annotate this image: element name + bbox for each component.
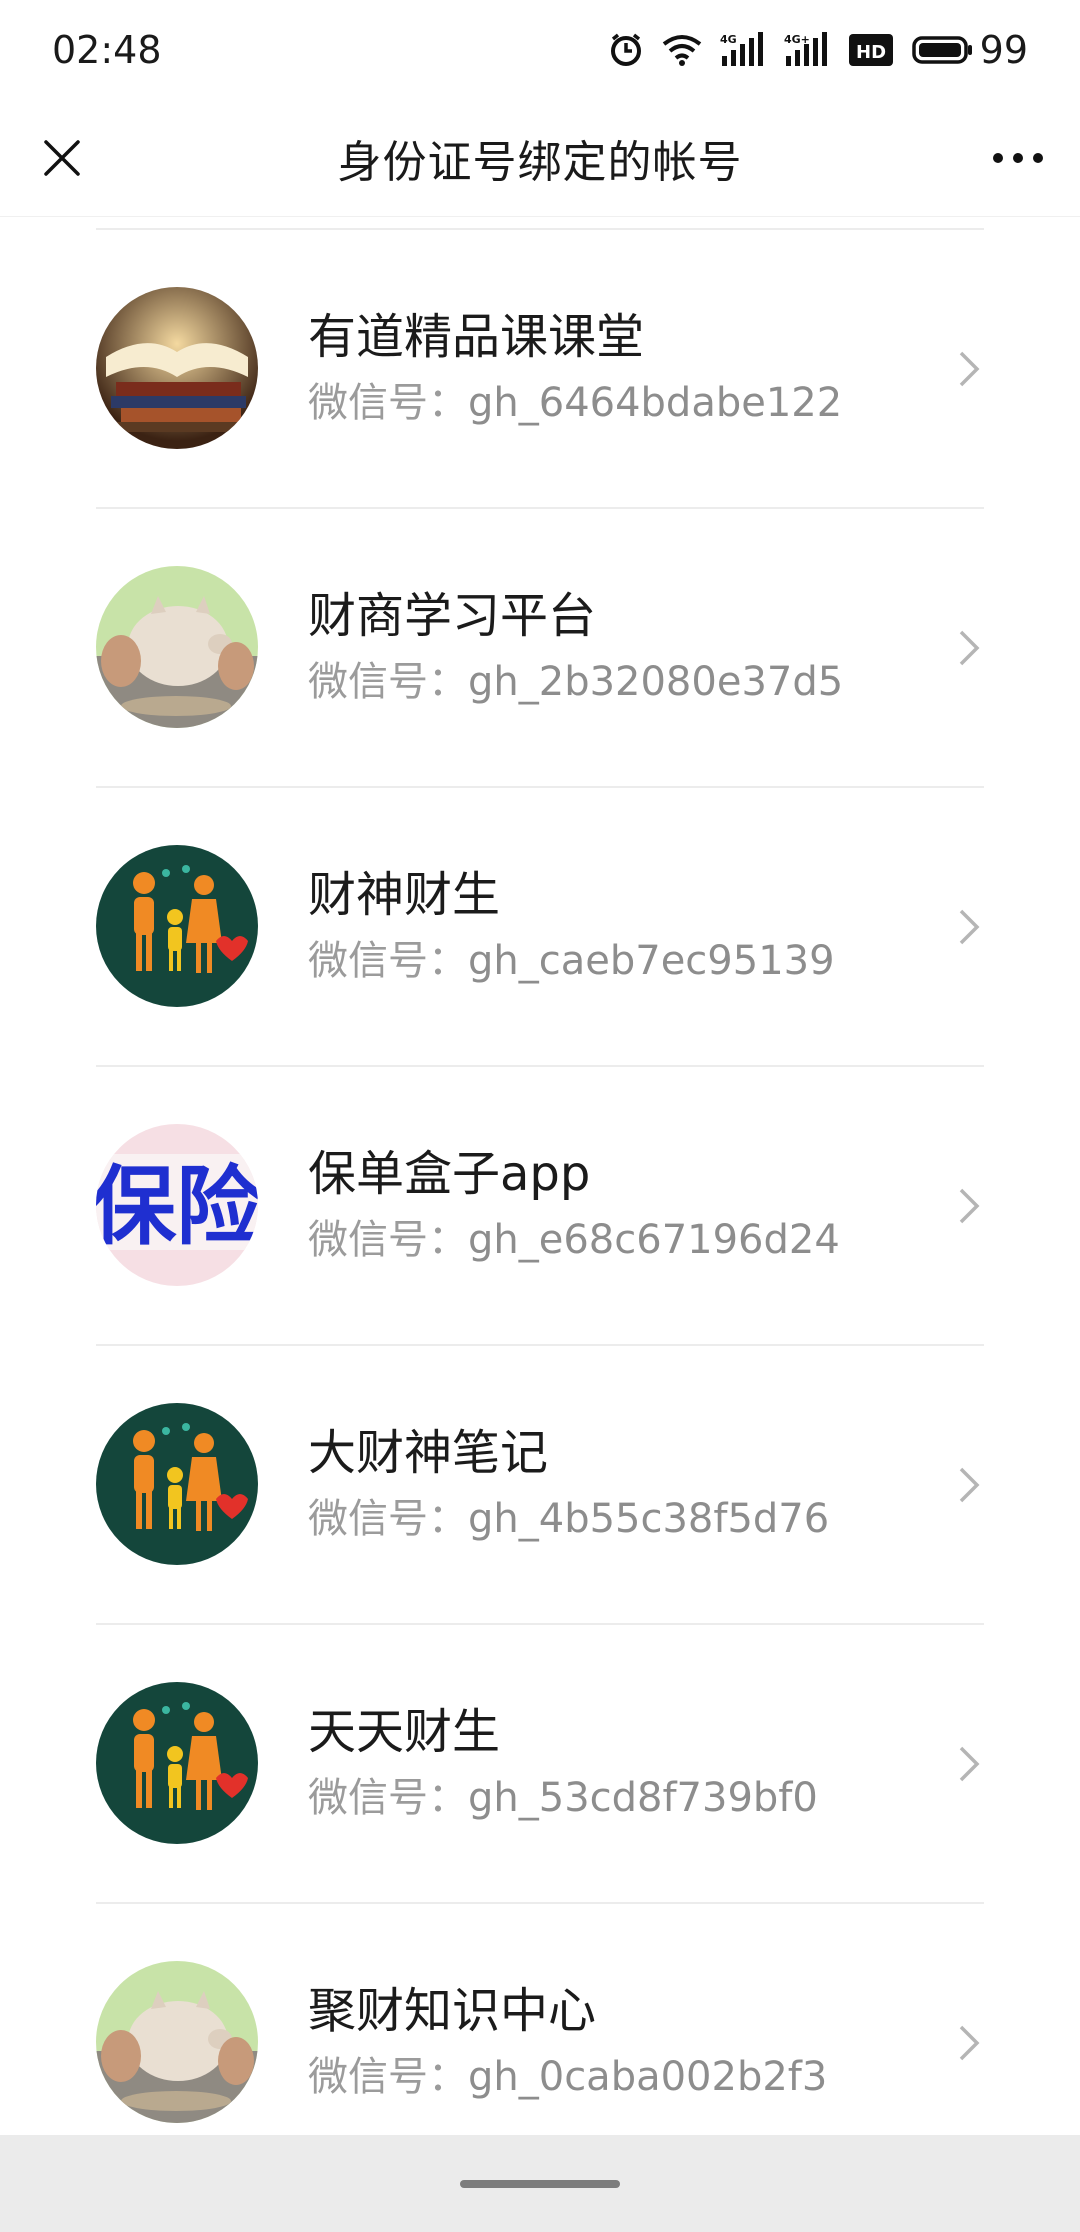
avatar-piggy (96, 565, 258, 728)
chevron-right-icon (954, 1744, 984, 1784)
account-wechat-id: 微信号：gh_0caba002b2f3 (308, 2053, 828, 2100)
account-text: 天天财生 微信号：gh_53cd8f739bf0 (308, 1701, 818, 1827)
avatar-baoxian: 保险 (96, 1123, 258, 1286)
close-button[interactable] (30, 126, 94, 190)
account-item[interactable]: 天天财生 微信号：gh_53cd8f739bf0 (96, 1625, 984, 1904)
close-icon (44, 140, 80, 176)
account-name: 保单盒子app (308, 1145, 591, 1202)
network-label-1: 4G (720, 33, 737, 46)
battery-icon (911, 36, 972, 64)
account-wechat-id: 微信号：gh_e68c67196d24 (308, 1216, 840, 1263)
account-text: 有道精品课课堂 微信号：gh_6464bdabe122 (308, 306, 842, 432)
account-item[interactable]: 财商学习平台 微信号：gh_2b32080e37d5 (96, 509, 984, 788)
account-name: 天天财生 (308, 1703, 501, 1760)
account-item[interactable]: 有道精品课课堂 微信号：gh_6464bdabe122 (96, 230, 984, 509)
chevron-right-icon (954, 907, 984, 947)
account-wechat-id: 微信号：gh_53cd8f739bf0 (308, 1774, 818, 1821)
status-icons: 4G 4G+ HD 99 (608, 28, 1028, 72)
account-text: 保单盒子app 微信号：gh_e68c67196d24 (308, 1143, 840, 1269)
home-indicator[interactable] (460, 2179, 620, 2188)
chevron-right-icon (954, 628, 984, 668)
chevron-right-icon (954, 1465, 984, 1505)
alarm-icon (608, 32, 644, 68)
chevron-right-icon (954, 349, 984, 389)
bottom-navigation-bar (0, 2135, 1080, 2232)
account-name: 有道精品课课堂 (308, 308, 645, 365)
avatar-books (96, 286, 258, 449)
battery-level: 99 (979, 28, 1028, 72)
account-text: 财神财生 微信号：gh_caeb7ec95139 (308, 864, 835, 990)
account-item[interactable]: 保险 保单盒子app 微信号：gh_e68c67196d24 (96, 1067, 984, 1346)
hd-label: HD (856, 42, 886, 63)
page-title: 身份证号绑定的帐号 (337, 137, 743, 188)
avatar-piggy (96, 1960, 258, 2123)
status-bar: 02:48 4G 4G+ HD 99 (0, 0, 1080, 100)
more-icon (993, 153, 1043, 163)
account-text: 聚财知识中心 微信号：gh_0caba002b2f3 (308, 1980, 827, 2106)
chevron-right-icon (954, 2023, 984, 2063)
hd-icon: HD (848, 33, 894, 67)
account-wechat-id: 微信号：gh_6464bdabe122 (308, 379, 843, 426)
avatar-family (96, 1681, 258, 1844)
account-wechat-id: 微信号：gh_4b55c38f5d76 (308, 1495, 830, 1542)
avatar-family (96, 844, 258, 1007)
wifi-icon (662, 34, 702, 66)
svg-text:保险: 保险 (96, 1157, 258, 1257)
chevron-right-icon (954, 1186, 984, 1226)
account-name: 大财神笔记 (308, 1424, 549, 1481)
account-name: 财商学习平台 (308, 587, 597, 644)
account-wechat-id: 微信号：gh_2b32080e37d5 (308, 658, 844, 705)
signal-4g-plus-icon: 4G+ (784, 32, 830, 68)
account-item[interactable]: 大财神笔记 微信号：gh_4b55c38f5d76 (96, 1346, 984, 1625)
account-text: 大财神笔记 微信号：gh_4b55c38f5d76 (308, 1422, 829, 1548)
account-name: 聚财知识中心 (308, 1982, 597, 2039)
battery: 99 (911, 28, 1028, 72)
more-button[interactable] (986, 126, 1050, 190)
avatar-family (96, 1402, 258, 1565)
account-text: 财商学习平台 微信号：gh_2b32080e37d5 (308, 585, 843, 711)
account-item[interactable]: 财神财生 微信号：gh_caeb7ec95139 (96, 788, 984, 1067)
status-time: 02:48 (52, 28, 162, 72)
account-wechat-id: 微信号：gh_caeb7ec95139 (308, 937, 835, 984)
account-name: 财神财生 (308, 866, 501, 923)
signal-4g-icon: 4G (720, 32, 766, 68)
nav-bar: 身份证号绑定的帐号 (0, 100, 1080, 217)
account-list: 有道精品课课堂 微信号：gh_6464bdabe122 财商学习平台 微信号：g… (96, 228, 984, 2183)
